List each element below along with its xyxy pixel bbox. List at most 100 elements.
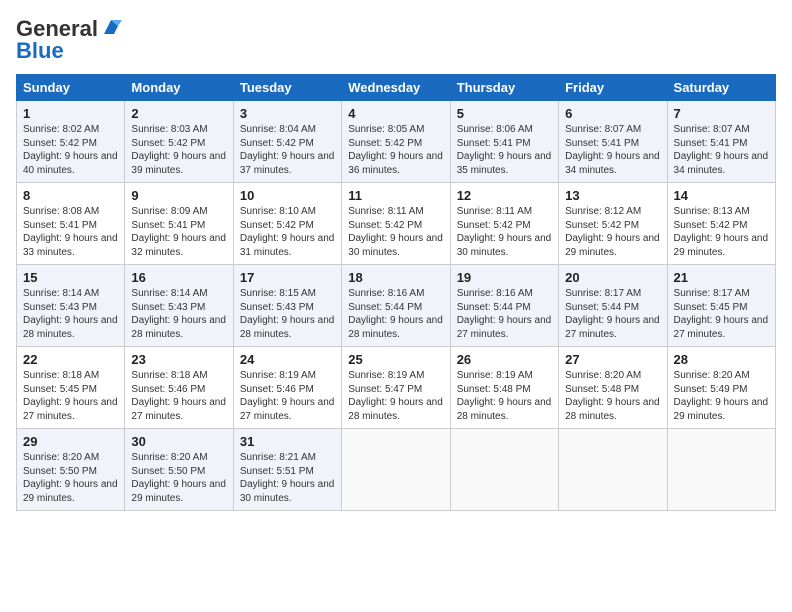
day-number: 25	[348, 352, 443, 367]
page-header: General Blue	[16, 16, 776, 64]
calendar-week-row: 1 Sunrise: 8:02 AMSunset: 5:42 PMDayligh…	[17, 101, 776, 183]
day-detail: Sunrise: 8:19 AMSunset: 5:46 PMDaylight:…	[240, 370, 335, 422]
calendar-cell: 29 Sunrise: 8:20 AMSunset: 5:50 PMDaylig…	[17, 429, 125, 511]
calendar-cell: 14 Sunrise: 8:13 AMSunset: 5:42 PMDaylig…	[667, 183, 775, 265]
weekday-header-row: SundayMondayTuesdayWednesdayThursdayFrid…	[17, 75, 776, 101]
calendar-cell: 23 Sunrise: 8:18 AMSunset: 5:46 PMDaylig…	[125, 347, 233, 429]
day-number: 26	[457, 352, 552, 367]
day-number: 10	[240, 188, 335, 203]
weekday-header-sunday: Sunday	[17, 75, 125, 101]
calendar-cell	[559, 429, 667, 511]
day-detail: Sunrise: 8:13 AMSunset: 5:42 PMDaylight:…	[674, 206, 769, 258]
day-number: 9	[131, 188, 226, 203]
calendar-cell: 9 Sunrise: 8:09 AMSunset: 5:41 PMDayligh…	[125, 183, 233, 265]
day-detail: Sunrise: 8:16 AMSunset: 5:44 PMDaylight:…	[348, 288, 443, 340]
calendar-cell: 26 Sunrise: 8:19 AMSunset: 5:48 PMDaylig…	[450, 347, 558, 429]
day-number: 17	[240, 270, 335, 285]
weekday-header-monday: Monday	[125, 75, 233, 101]
weekday-header-wednesday: Wednesday	[342, 75, 450, 101]
calendar-week-row: 8 Sunrise: 8:08 AMSunset: 5:41 PMDayligh…	[17, 183, 776, 265]
calendar-cell: 10 Sunrise: 8:10 AMSunset: 5:42 PMDaylig…	[233, 183, 341, 265]
calendar-cell: 11 Sunrise: 8:11 AMSunset: 5:42 PMDaylig…	[342, 183, 450, 265]
day-detail: Sunrise: 8:17 AMSunset: 5:44 PMDaylight:…	[565, 288, 660, 340]
day-number: 6	[565, 106, 660, 121]
calendar-cell: 30 Sunrise: 8:20 AMSunset: 5:50 PMDaylig…	[125, 429, 233, 511]
day-detail: Sunrise: 8:14 AMSunset: 5:43 PMDaylight:…	[131, 288, 226, 340]
day-number: 12	[457, 188, 552, 203]
day-detail: Sunrise: 8:21 AMSunset: 5:51 PMDaylight:…	[240, 452, 335, 504]
calendar-cell: 25 Sunrise: 8:19 AMSunset: 5:47 PMDaylig…	[342, 347, 450, 429]
day-detail: Sunrise: 8:03 AMSunset: 5:42 PMDaylight:…	[131, 124, 226, 176]
calendar-cell: 3 Sunrise: 8:04 AMSunset: 5:42 PMDayligh…	[233, 101, 341, 183]
calendar-cell: 8 Sunrise: 8:08 AMSunset: 5:41 PMDayligh…	[17, 183, 125, 265]
day-number: 8	[23, 188, 118, 203]
day-detail: Sunrise: 8:14 AMSunset: 5:43 PMDaylight:…	[23, 288, 118, 340]
day-detail: Sunrise: 8:08 AMSunset: 5:41 PMDaylight:…	[23, 206, 118, 258]
calendar-cell: 28 Sunrise: 8:20 AMSunset: 5:49 PMDaylig…	[667, 347, 775, 429]
logo: General Blue	[16, 16, 122, 64]
weekday-header-tuesday: Tuesday	[233, 75, 341, 101]
day-detail: Sunrise: 8:05 AMSunset: 5:42 PMDaylight:…	[348, 124, 443, 176]
day-number: 7	[674, 106, 769, 121]
day-number: 29	[23, 434, 118, 449]
day-detail: Sunrise: 8:20 AMSunset: 5:50 PMDaylight:…	[23, 452, 118, 504]
day-detail: Sunrise: 8:19 AMSunset: 5:47 PMDaylight:…	[348, 370, 443, 422]
calendar-cell: 18 Sunrise: 8:16 AMSunset: 5:44 PMDaylig…	[342, 265, 450, 347]
calendar-cell: 17 Sunrise: 8:15 AMSunset: 5:43 PMDaylig…	[233, 265, 341, 347]
day-number: 13	[565, 188, 660, 203]
logo-icon	[100, 16, 122, 38]
day-number: 14	[674, 188, 769, 203]
calendar-cell: 27 Sunrise: 8:20 AMSunset: 5:48 PMDaylig…	[559, 347, 667, 429]
calendar-cell: 16 Sunrise: 8:14 AMSunset: 5:43 PMDaylig…	[125, 265, 233, 347]
day-detail: Sunrise: 8:07 AMSunset: 5:41 PMDaylight:…	[565, 124, 660, 176]
day-detail: Sunrise: 8:18 AMSunset: 5:45 PMDaylight:…	[23, 370, 118, 422]
day-number: 19	[457, 270, 552, 285]
day-number: 23	[131, 352, 226, 367]
calendar-cell: 2 Sunrise: 8:03 AMSunset: 5:42 PMDayligh…	[125, 101, 233, 183]
calendar-cell: 31 Sunrise: 8:21 AMSunset: 5:51 PMDaylig…	[233, 429, 341, 511]
calendar-cell: 19 Sunrise: 8:16 AMSunset: 5:44 PMDaylig…	[450, 265, 558, 347]
calendar-cell	[667, 429, 775, 511]
calendar-week-row: 22 Sunrise: 8:18 AMSunset: 5:45 PMDaylig…	[17, 347, 776, 429]
day-detail: Sunrise: 8:11 AMSunset: 5:42 PMDaylight:…	[457, 206, 552, 258]
day-number: 11	[348, 188, 443, 203]
day-number: 3	[240, 106, 335, 121]
day-detail: Sunrise: 8:20 AMSunset: 5:50 PMDaylight:…	[131, 452, 226, 504]
weekday-header-friday: Friday	[559, 75, 667, 101]
calendar-cell	[342, 429, 450, 511]
day-number: 28	[674, 352, 769, 367]
day-number: 15	[23, 270, 118, 285]
calendar-cell: 1 Sunrise: 8:02 AMSunset: 5:42 PMDayligh…	[17, 101, 125, 183]
day-number: 21	[674, 270, 769, 285]
day-detail: Sunrise: 8:06 AMSunset: 5:41 PMDaylight:…	[457, 124, 552, 176]
day-detail: Sunrise: 8:16 AMSunset: 5:44 PMDaylight:…	[457, 288, 552, 340]
day-detail: Sunrise: 8:10 AMSunset: 5:42 PMDaylight:…	[240, 206, 335, 258]
calendar-body: 1 Sunrise: 8:02 AMSunset: 5:42 PMDayligh…	[17, 101, 776, 511]
day-detail: Sunrise: 8:02 AMSunset: 5:42 PMDaylight:…	[23, 124, 118, 176]
calendar-header: SundayMondayTuesdayWednesdayThursdayFrid…	[17, 75, 776, 101]
day-number: 30	[131, 434, 226, 449]
day-number: 20	[565, 270, 660, 285]
day-detail: Sunrise: 8:20 AMSunset: 5:48 PMDaylight:…	[565, 370, 660, 422]
calendar-week-row: 29 Sunrise: 8:20 AMSunset: 5:50 PMDaylig…	[17, 429, 776, 511]
day-detail: Sunrise: 8:15 AMSunset: 5:43 PMDaylight:…	[240, 288, 335, 340]
day-number: 1	[23, 106, 118, 121]
day-detail: Sunrise: 8:09 AMSunset: 5:41 PMDaylight:…	[131, 206, 226, 258]
calendar-week-row: 15 Sunrise: 8:14 AMSunset: 5:43 PMDaylig…	[17, 265, 776, 347]
day-number: 22	[23, 352, 118, 367]
day-number: 24	[240, 352, 335, 367]
day-number: 31	[240, 434, 335, 449]
day-detail: Sunrise: 8:20 AMSunset: 5:49 PMDaylight:…	[674, 370, 769, 422]
calendar-cell: 13 Sunrise: 8:12 AMSunset: 5:42 PMDaylig…	[559, 183, 667, 265]
day-number: 2	[131, 106, 226, 121]
day-detail: Sunrise: 8:07 AMSunset: 5:41 PMDaylight:…	[674, 124, 769, 176]
calendar-cell: 5 Sunrise: 8:06 AMSunset: 5:41 PMDayligh…	[450, 101, 558, 183]
calendar-table: SundayMondayTuesdayWednesdayThursdayFrid…	[16, 74, 776, 511]
calendar-cell: 24 Sunrise: 8:19 AMSunset: 5:46 PMDaylig…	[233, 347, 341, 429]
day-number: 16	[131, 270, 226, 285]
day-detail: Sunrise: 8:19 AMSunset: 5:48 PMDaylight:…	[457, 370, 552, 422]
day-detail: Sunrise: 8:18 AMSunset: 5:46 PMDaylight:…	[131, 370, 226, 422]
day-detail: Sunrise: 8:04 AMSunset: 5:42 PMDaylight:…	[240, 124, 335, 176]
page-container: General Blue SundayMondayTuesdayWednesda…	[0, 0, 792, 521]
day-number: 27	[565, 352, 660, 367]
